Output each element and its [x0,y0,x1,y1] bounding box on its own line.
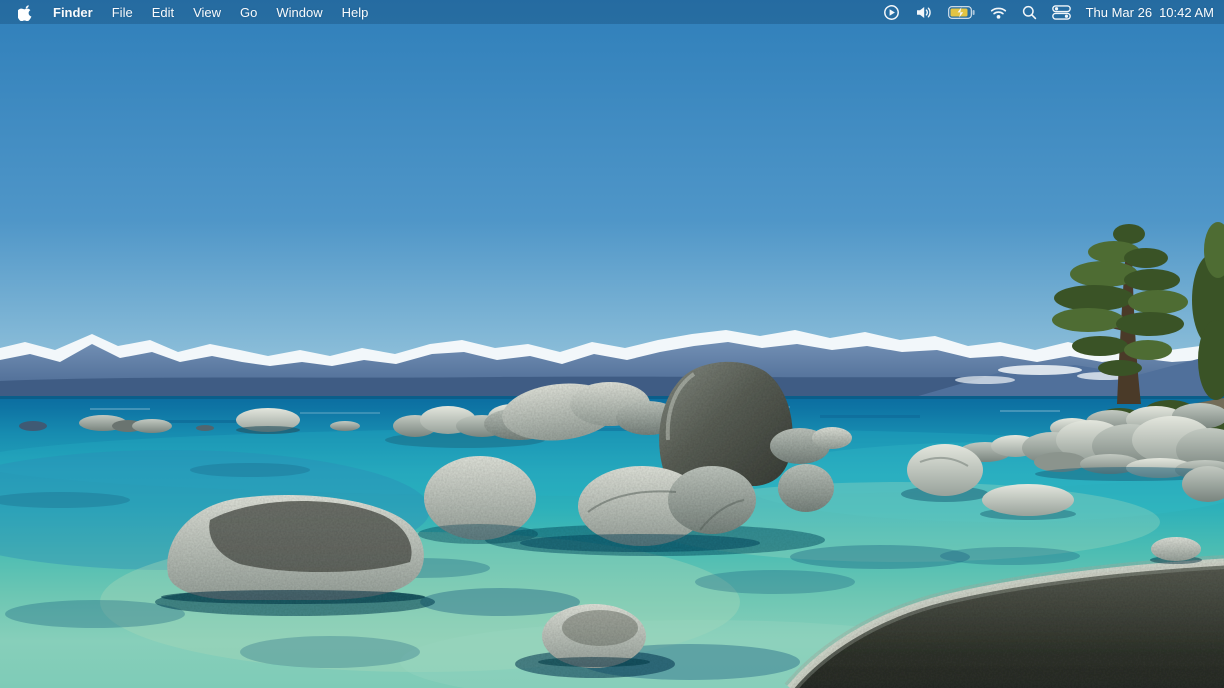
menu-item-file[interactable]: File [112,5,133,20]
volume-icon[interactable] [915,5,933,20]
menu-item-help[interactable]: Help [342,5,369,20]
menu-bar-left: Finder File Edit View Go Window Help [0,4,368,21]
clock-time: 10:42 AM [1159,5,1214,20]
battery-icon[interactable] [948,6,975,19]
desktop[interactable]: Finder File Edit View Go Window Help [0,0,1224,688]
desktop-wallpaper[interactable] [0,0,1224,688]
menu-item-window[interactable]: Window [276,5,322,20]
menu-item-go[interactable]: Go [240,5,257,20]
menu-item-edit[interactable]: Edit [152,5,174,20]
apple-menu[interactable] [18,4,33,21]
menu-item-finder[interactable]: Finder [53,5,93,20]
now-playing-icon[interactable] [883,4,900,21]
clock-date: Thu Mar 26 [1086,5,1152,20]
wifi-icon[interactable] [990,6,1007,19]
control-center-icon[interactable] [1052,5,1071,20]
battery-fill [950,8,967,16]
menu-item-view[interactable]: View [193,5,221,20]
menu-bar: Finder File Edit View Go Window Help [0,0,1224,24]
apple-logo-icon [18,4,33,21]
spotlight-icon[interactable] [1022,5,1037,20]
sky [0,0,1224,400]
menu-bar-status: Thu Mar 26 10:42 AM [883,4,1224,21]
menu-bar-clock[interactable]: Thu Mar 26 10:42 AM [1086,5,1214,20]
